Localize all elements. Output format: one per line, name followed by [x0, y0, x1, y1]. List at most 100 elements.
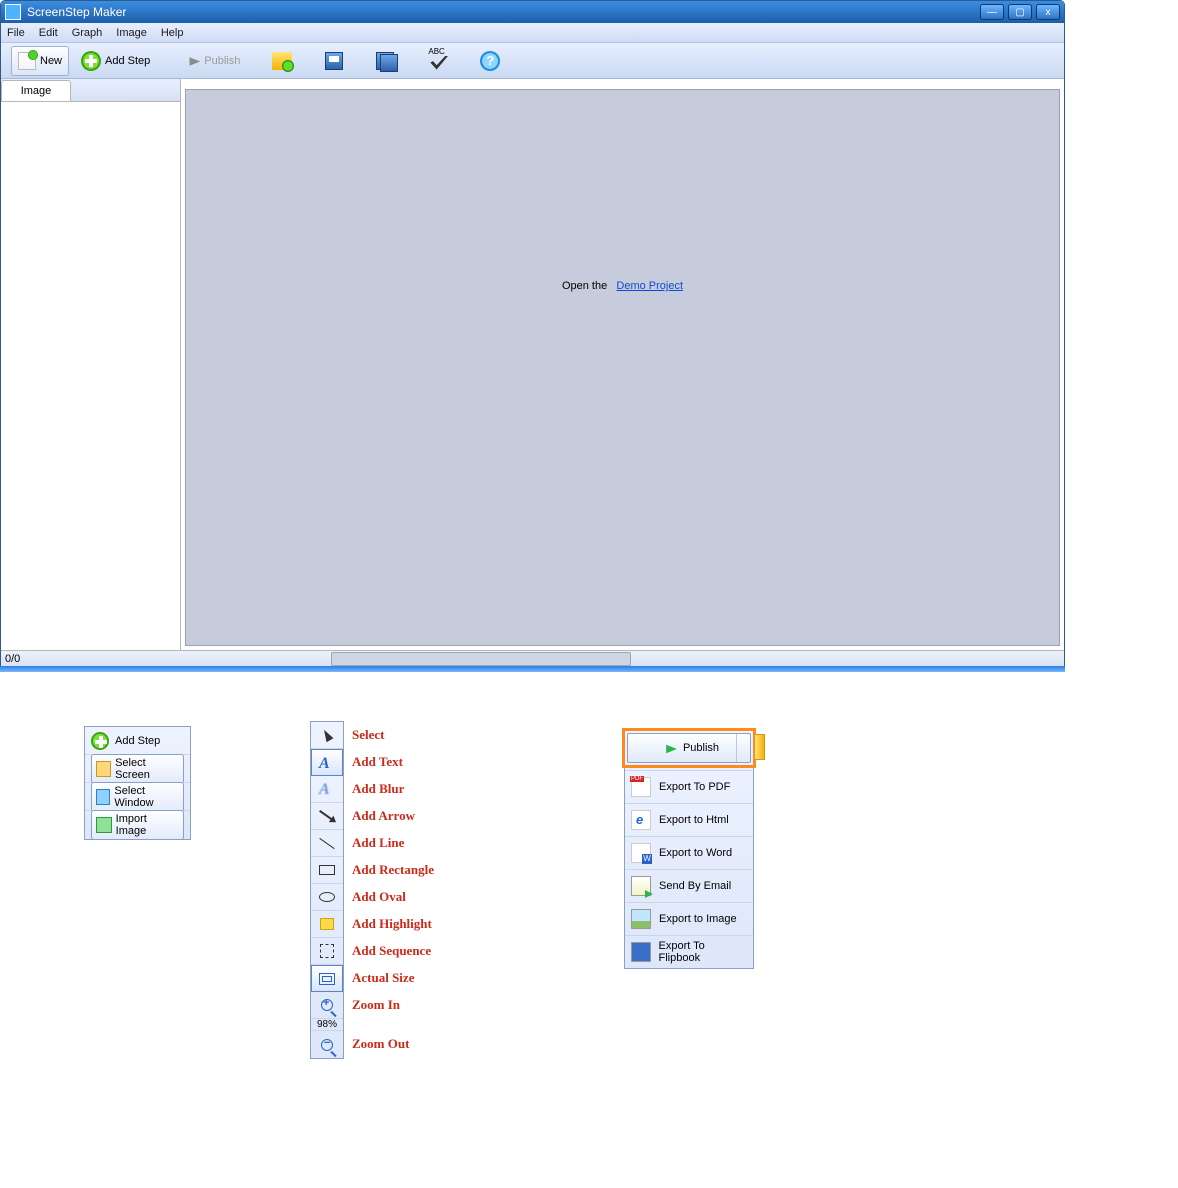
import-image-label: Import Image	[116, 813, 179, 837]
tool-select[interactable]	[311, 722, 343, 749]
pdf-icon	[631, 777, 651, 797]
dropdown-import-image[interactable]: Import Image	[85, 811, 190, 839]
tool-add-text[interactable]: A	[311, 749, 343, 776]
mail-icon	[631, 876, 651, 896]
export-pdf[interactable]: Export To PDF	[625, 770, 753, 803]
label-zoom-in: Zoom In	[352, 991, 434, 1018]
add-step-dropdown: Add Step Select Screen Select Window Imp…	[84, 726, 191, 840]
send-email[interactable]: Send By Email	[625, 869, 753, 902]
tool-add-line[interactable]	[311, 830, 343, 857]
tab-image[interactable]: Image	[1, 80, 71, 101]
menu-image[interactable]: Image	[116, 27, 147, 39]
menu-help[interactable]: Help	[161, 27, 184, 39]
add-step-label: Add Step	[105, 55, 150, 67]
window-title: ScreenStep Maker	[27, 5, 980, 19]
open-the-text: Open the	[562, 280, 607, 292]
tool-actual-size[interactable]	[311, 965, 343, 992]
save-all-button[interactable]	[370, 46, 402, 76]
folder-peek-icon	[755, 734, 765, 760]
publish-menu: Publish Export To PDF Export to Html Exp…	[624, 730, 754, 969]
tool-add-oval[interactable]	[311, 884, 343, 911]
maximize-button[interactable]: ▢	[1008, 4, 1032, 20]
new-button[interactable]: New	[11, 46, 69, 76]
label-add-arrow: Add Arrow	[352, 802, 434, 829]
save-button[interactable]	[318, 46, 350, 76]
help-button[interactable]: ?	[474, 46, 506, 76]
export-pdf-label: Export To PDF	[659, 781, 730, 793]
body-area: Image Open the Demo Project	[1, 79, 1064, 650]
app-window: ScreenStep Maker — ▢ x File Edit Graph I…	[0, 0, 1065, 667]
tool-palette: A A 98% Select Add Text Add Blur Add Arr…	[310, 721, 434, 1059]
minimize-button[interactable]: —	[980, 4, 1004, 20]
select-window-label: Select Window	[114, 785, 179, 809]
tool-labels: Select Add Text Add Blur Add Arrow Add L…	[352, 721, 434, 1059]
publish-label: Publish	[204, 55, 240, 67]
label-add-blur: Add Blur	[352, 775, 434, 802]
tool-add-blur[interactable]: A	[311, 776, 343, 803]
arrow-icon	[319, 810, 335, 822]
publish-icon	[182, 55, 200, 69]
dropdown-select-screen[interactable]: Select Screen	[85, 755, 190, 783]
line-icon	[319, 837, 334, 848]
label-actual-size: Actual Size	[352, 964, 434, 991]
export-flipbook[interactable]: Export To Flipbook	[625, 935, 753, 968]
publish-button[interactable]: Publish	[176, 46, 246, 76]
tool-add-arrow[interactable]	[311, 803, 343, 830]
tool-zoom-in[interactable]	[311, 992, 343, 1019]
menu-edit[interactable]: Edit	[39, 27, 58, 39]
demo-project-link[interactable]: Demo Project	[616, 280, 683, 292]
label-select: Select	[352, 721, 434, 748]
label-add-line: Add Line	[352, 829, 434, 856]
dropdown-add-step-label: Add Step	[115, 735, 160, 747]
export-image[interactable]: Export to Image	[625, 902, 753, 935]
html-icon	[631, 810, 651, 830]
dropdown-add-step[interactable]: Add Step	[85, 727, 190, 755]
plus-icon	[81, 51, 101, 71]
sequence-icon	[320, 944, 334, 958]
close-button[interactable]: x	[1036, 4, 1060, 20]
plus-icon	[91, 732, 109, 750]
publish-icon	[659, 742, 677, 756]
publish-split-button[interactable]: Publish	[627, 733, 751, 763]
flipbook-icon	[631, 942, 651, 962]
label-add-highlight: Add Highlight	[352, 910, 434, 937]
label-add-text: Add Text	[352, 748, 434, 775]
export-word[interactable]: Export to Word	[625, 836, 753, 869]
spellcheck-icon: ABC	[428, 50, 448, 72]
export-html[interactable]: Export to Html	[625, 803, 753, 836]
zoom-in-icon	[321, 999, 333, 1011]
open-folder-button[interactable]	[266, 46, 298, 76]
label-add-rectangle: Add Rectangle	[352, 856, 434, 883]
new-icon	[18, 52, 36, 70]
horizontal-scrollbar[interactable]	[331, 652, 631, 666]
menu-file[interactable]: File	[7, 27, 25, 39]
send-email-label: Send By Email	[659, 880, 731, 892]
select-screen-label: Select Screen	[115, 757, 179, 781]
label-add-oval: Add Oval	[352, 883, 434, 910]
export-html-label: Export to Html	[659, 814, 729, 826]
dropdown-select-window[interactable]: Select Window	[85, 783, 190, 811]
zoom-percent: 98%	[311, 1019, 343, 1031]
rectangle-icon	[319, 865, 335, 875]
window-bottom-edge	[0, 666, 1065, 672]
tool-zoom-out[interactable]	[311, 1031, 343, 1058]
tool-add-highlight[interactable]	[311, 911, 343, 938]
tool-add-sequence[interactable]	[311, 938, 343, 965]
titlebar[interactable]: ScreenStep Maker — ▢ x	[1, 1, 1064, 23]
side-panel: Image	[1, 79, 181, 650]
export-flipbook-label: Export To Flipbook	[659, 940, 747, 964]
publish-split-arrow[interactable]	[736, 734, 750, 762]
tool-add-rectangle[interactable]	[311, 857, 343, 884]
save-all-icon	[376, 52, 396, 70]
text-icon: A	[319, 755, 335, 771]
publish-button-label: Publish	[683, 742, 719, 754]
spellcheck-button[interactable]: ABC	[422, 46, 454, 76]
highlight-icon	[320, 918, 334, 930]
actual-size-icon	[319, 973, 335, 985]
export-word-label: Export to Word	[659, 847, 732, 859]
toolbar: New Add Step Publish ABC	[1, 43, 1064, 79]
canvas: Open the Demo Project	[185, 89, 1060, 646]
menu-graph[interactable]: Graph	[72, 27, 103, 39]
add-step-button[interactable]: Add Step	[75, 46, 156, 76]
export-image-label: Export to Image	[659, 913, 737, 925]
